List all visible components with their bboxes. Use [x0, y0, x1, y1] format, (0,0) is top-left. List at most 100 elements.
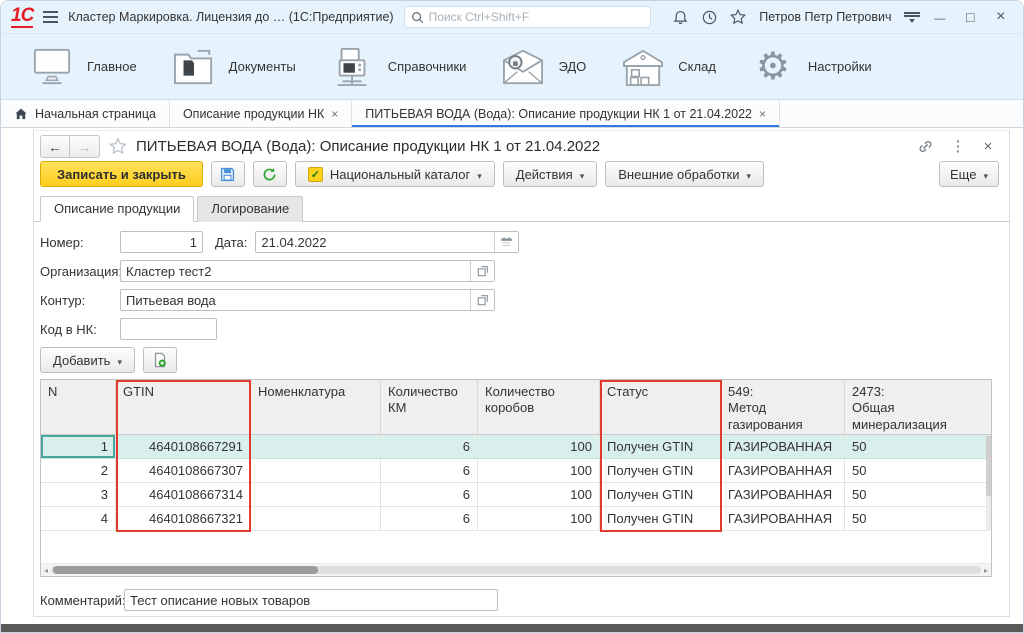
number-label: Номер:	[40, 234, 84, 250]
calendar-icon[interactable]	[494, 232, 519, 252]
date-label: Дата:	[215, 234, 248, 250]
column-header-549[interactable]: 549: Метод газирования	[721, 380, 845, 435]
maximize-button[interactable]	[960, 9, 981, 25]
table-empty-area	[41, 531, 991, 564]
table-row[interactable]: 3 4640108667314 6 100 Получен GTIN ГАЗИР…	[41, 483, 991, 507]
open-reference-icon[interactable]	[470, 290, 494, 310]
subtab-logging[interactable]: Логирование	[197, 196, 304, 222]
scrollbar-thumb[interactable]	[53, 566, 319, 574]
add-button[interactable]: Добавить	[40, 347, 135, 373]
external-processing-button[interactable]: Внешние обработки	[605, 161, 765, 187]
national-catalog-icon	[307, 166, 323, 182]
horizontal-scrollbar[interactable]	[41, 564, 991, 576]
date-field[interactable]	[256, 232, 495, 252]
column-header-box-count[interactable]: Количество коробов	[478, 380, 600, 435]
favorites-star-icon[interactable]	[729, 7, 748, 27]
ribbon-label: Справочники	[387, 59, 467, 74]
ribbon-item-catalogs[interactable]: Справочники	[320, 40, 485, 94]
nk-code-field[interactable]	[120, 318, 217, 340]
close-tab-icon[interactable]: ×	[759, 107, 766, 121]
column-header-nomenclature[interactable]: Номенклатура	[251, 380, 381, 435]
notifications-bell-icon[interactable]	[671, 7, 690, 27]
global-search[interactable]	[403, 6, 652, 28]
back-button[interactable]	[40, 135, 70, 158]
favorite-star-icon[interactable]	[108, 137, 128, 156]
search-icon	[411, 11, 423, 23]
comment-field[interactable]	[124, 589, 498, 611]
open-reference-icon[interactable]	[470, 261, 494, 281]
floppy-icon	[221, 167, 235, 181]
tab-product-list[interactable]: Описание продукции НК ×	[170, 100, 353, 127]
scroll-left-icon[interactable]	[44, 566, 48, 575]
ribbon-label: Склад	[678, 59, 716, 74]
window-bottom-edge	[1, 624, 1023, 632]
save-button[interactable]	[210, 161, 245, 187]
ribbon-label: Главное	[87, 59, 137, 74]
ribbon-item-home[interactable]: Главное	[19, 40, 155, 94]
table-row[interactable]: 4 4640108667321 6 100 Получен GTIN ГАЗИР…	[41, 507, 991, 531]
ribbon-label: Документы	[228, 59, 296, 74]
main-menu-icon[interactable]	[43, 11, 59, 23]
close-window-button[interactable]	[991, 8, 1012, 26]
organization-label: Организация:	[40, 263, 123, 279]
app-title: Кластер Маркировка. Лицензия до … (1С:Пр…	[68, 10, 394, 24]
open-windows-tabbar: Начальная страница Описание продукции НК…	[1, 100, 1023, 128]
monitor-icon	[29, 46, 75, 88]
scroll-right-icon[interactable]	[984, 566, 988, 575]
1c-logo-icon: 1С	[11, 5, 34, 28]
dropdown-caret-icon	[477, 167, 482, 182]
dropdown-caret-icon	[117, 353, 122, 368]
ribbon-label: ЭДО	[558, 59, 587, 74]
forward-button[interactable]	[70, 135, 100, 158]
ribbon-item-warehouse[interactable]: Склад	[610, 40, 734, 94]
tab-product-card[interactable]: ПИТЬЕВАЯ ВОДА (Вода): Описание продукции…	[352, 100, 781, 127]
minimize-button[interactable]	[930, 9, 951, 25]
table-row[interactable]: 2 4640108667307 6 100 Получен GTIN ГАЗИР…	[41, 459, 991, 483]
section-ribbon: Главное Документы Справочники ЭДО Склад	[1, 34, 1023, 100]
column-header-km-count[interactable]: Количество КМ	[381, 380, 478, 435]
contour-field[interactable]	[121, 290, 470, 310]
organization-field[interactable]	[121, 261, 470, 281]
ribbon-item-documents[interactable]: Документы	[161, 40, 314, 94]
table-row[interactable]: 1 4640108667291 6 100 Получен GTIN ГАЗИР…	[41, 435, 991, 459]
search-input[interactable]	[428, 10, 645, 24]
more-button[interactable]: Еще	[939, 161, 999, 187]
ribbon-item-edo[interactable]: ЭДО	[490, 40, 604, 94]
column-header-2473[interactable]: 2473: Общая минерализация	[845, 380, 991, 435]
actions-button[interactable]: Действия	[502, 161, 598, 187]
history-icon[interactable]	[700, 7, 719, 27]
column-header-status[interactable]: Статус	[600, 380, 721, 435]
close-tab-icon[interactable]: ×	[331, 107, 338, 121]
form-header: ПИТЬЕВАЯ ВОДА (Вода): Описание продукции…	[34, 131, 1009, 158]
scrollbar-thumb[interactable]	[986, 436, 991, 496]
tab-home[interactable]: Начальная страница	[1, 100, 170, 127]
number-field[interactable]	[120, 231, 203, 253]
user-name[interactable]: Петров Петр Петрович	[759, 10, 891, 24]
app-window: 1С Кластер Маркировка. Лицензия до … (1С…	[0, 0, 1024, 633]
tab-label: ПИТЬЕВАЯ ВОДА (Вода): Описание продукции…	[365, 106, 752, 121]
refresh-button[interactable]	[252, 161, 287, 187]
form-title: ПИТЬЕВАЯ ВОДА (Вода): Описание продукции…	[136, 138, 601, 155]
column-header-n[interactable]: N	[41, 380, 116, 435]
tab-label: Начальная страница	[35, 106, 156, 121]
close-form-icon[interactable]	[977, 138, 999, 156]
national-catalog-button[interactable]: Национальный каталог	[294, 161, 495, 187]
service-menu-icon[interactable]	[903, 11, 920, 23]
subtab-description[interactable]: Описание продукции	[40, 196, 195, 222]
ribbon-label: Настройки	[807, 59, 872, 74]
column-header-gtin[interactable]: GTIN	[116, 380, 251, 435]
contour-label: Контур:	[40, 292, 86, 308]
dropdown-caret-icon	[580, 167, 585, 182]
more-menu-icon[interactable]	[947, 137, 969, 156]
products-table: N GTIN Номенклатура Количество КМ Количе…	[40, 379, 992, 577]
document-add-icon	[154, 352, 166, 368]
vertical-scrollbar[interactable]	[986, 436, 991, 531]
dropdown-caret-icon	[983, 167, 988, 182]
table-header-row: N GTIN Номенклатура Количество КМ Количе…	[41, 380, 991, 435]
ribbon-item-settings[interactable]: ⚙ Настройки	[740, 40, 890, 94]
load-file-button[interactable]	[142, 347, 177, 373]
save-and-close-button[interactable]: Записать и закрыть	[40, 161, 203, 187]
form-panel: ПИТЬЕВАЯ ВОДА (Вода): Описание продукции…	[33, 130, 1010, 617]
warehouse-icon	[620, 46, 666, 88]
get-link-icon[interactable]	[917, 138, 939, 155]
